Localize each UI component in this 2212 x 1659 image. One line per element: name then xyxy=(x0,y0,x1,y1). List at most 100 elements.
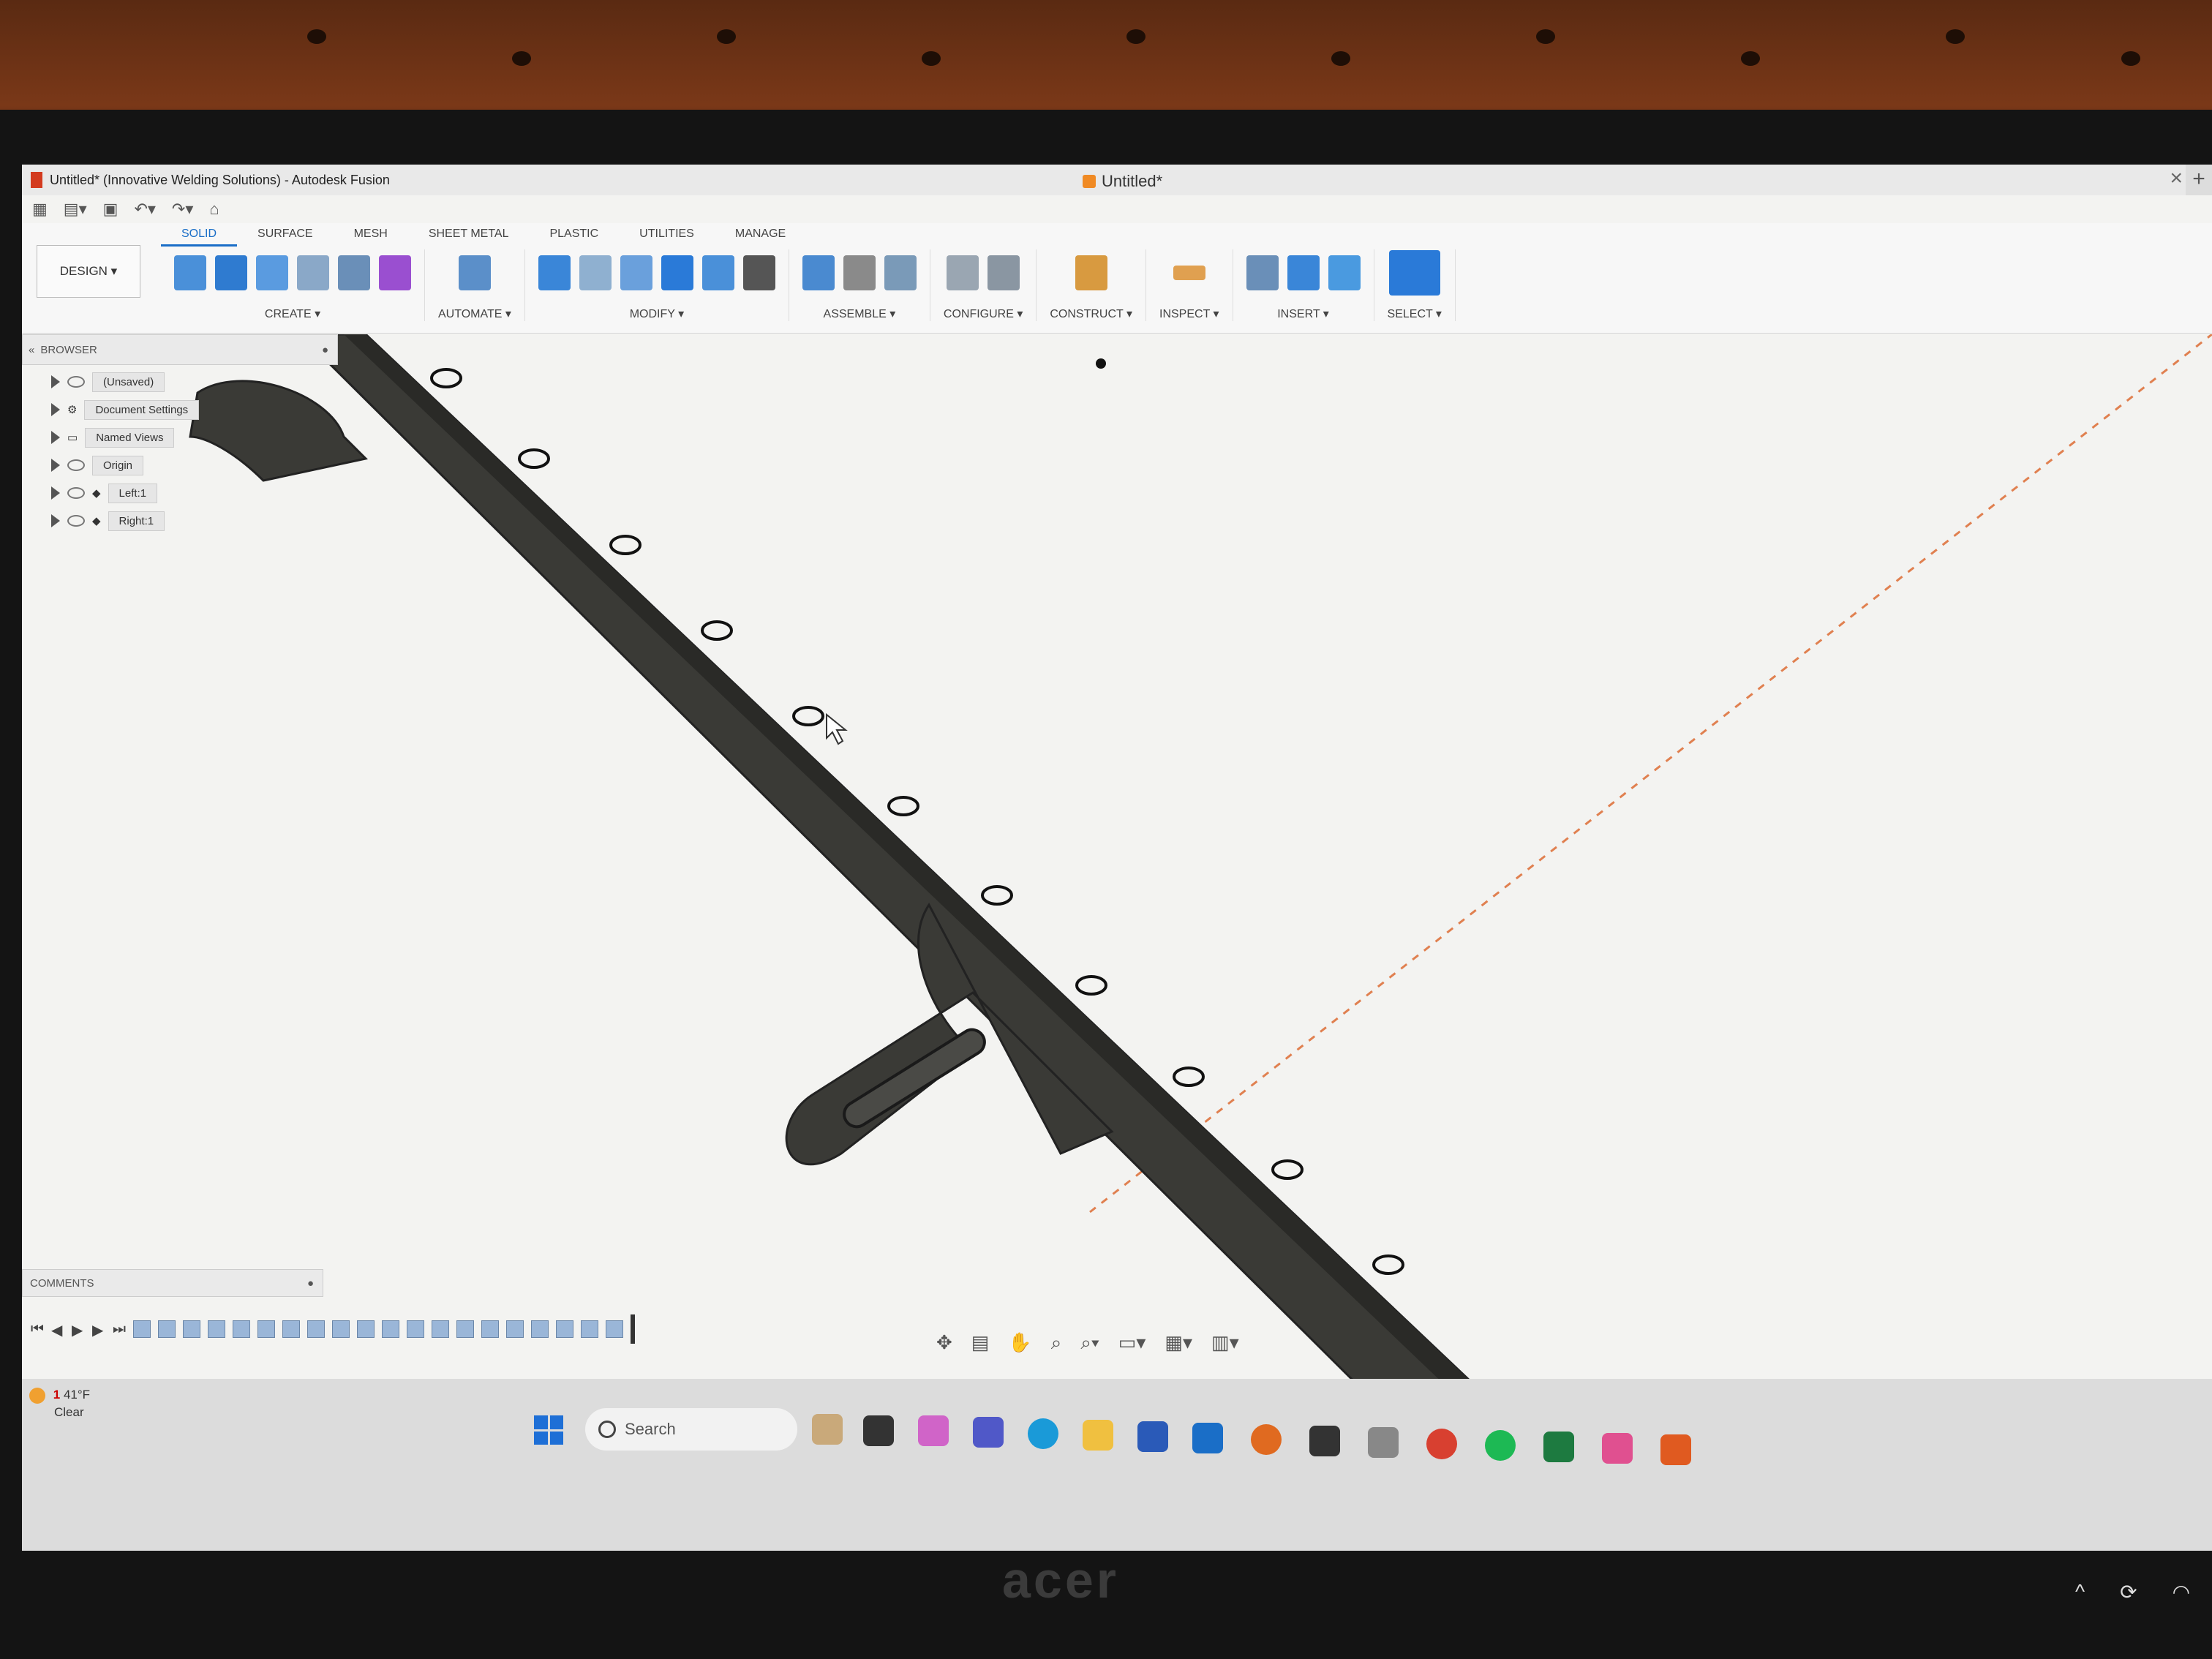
revolve-icon[interactable] xyxy=(256,255,288,290)
timeline-feature[interactable] xyxy=(183,1320,200,1338)
collapse-browser-icon[interactable]: « xyxy=(29,344,34,356)
task-view-icon[interactable] xyxy=(863,1415,894,1446)
insert-derive-icon[interactable] xyxy=(1246,255,1279,290)
zoom-icon[interactable]: ⌕ xyxy=(1051,1331,1062,1355)
construct-menu[interactable]: CONSTRUCT ▾ xyxy=(1050,306,1132,321)
insert-menu[interactable]: INSERT ▾ xyxy=(1277,306,1329,321)
undo-icon[interactable]: ↶▾ xyxy=(134,200,155,219)
timeline-feature[interactable] xyxy=(506,1320,524,1338)
new-tab-button[interactable]: + xyxy=(2186,165,2212,195)
timeline-feature[interactable] xyxy=(208,1320,225,1338)
combine-icon[interactable] xyxy=(661,255,693,290)
widgets-icon[interactable] xyxy=(812,1414,843,1445)
browser-item-document-settings[interactable]: ⚙ Document Settings xyxy=(51,396,200,424)
timeline-marker[interactable] xyxy=(631,1314,635,1344)
workspace-switcher[interactable]: DESIGN ▾ xyxy=(37,245,140,298)
timeline-feature[interactable] xyxy=(257,1320,275,1338)
timeline-feature[interactable] xyxy=(357,1320,375,1338)
viewports-icon[interactable]: ▥▾ xyxy=(1211,1331,1239,1355)
wifi-icon[interactable]: ◠ xyxy=(2172,1580,2190,1604)
fusion-taskbar-icon[interactable] xyxy=(1660,1434,1691,1465)
close-tab-button[interactable]: × xyxy=(2170,166,2183,191)
automate-menu[interactable]: AUTOMATE ▾ xyxy=(438,306,511,321)
comments-panel[interactable]: COMMENTS ● xyxy=(22,1269,323,1297)
browser-pin-icon[interactable]: ● xyxy=(322,344,328,356)
configuration-table-icon[interactable] xyxy=(988,255,1020,290)
canvas-viewport[interactable] xyxy=(22,334,2212,1432)
fit-icon[interactable]: ⌕▾ xyxy=(1080,1331,1099,1355)
inspect-menu[interactable]: INSPECT ▾ xyxy=(1159,306,1219,321)
timeline-next-icon[interactable]: ▶ xyxy=(92,1321,105,1339)
expand-icon[interactable] xyxy=(51,459,60,472)
pattern-icon[interactable] xyxy=(338,255,370,290)
tab-sheet-metal[interactable]: SHEET METAL xyxy=(408,223,530,247)
visibility-eye-icon[interactable] xyxy=(67,459,85,471)
excel-icon[interactable] xyxy=(1543,1432,1574,1462)
orbit-icon[interactable]: ✥ xyxy=(936,1331,952,1355)
dropbox-icon[interactable] xyxy=(1309,1426,1340,1456)
expand-icon[interactable] xyxy=(51,431,60,444)
timeline-feature[interactable] xyxy=(382,1320,399,1338)
visibility-eye-icon[interactable] xyxy=(67,376,85,388)
timeline-feature[interactable] xyxy=(307,1320,325,1338)
expand-icon[interactable] xyxy=(51,375,60,388)
windows-start-icon[interactable] xyxy=(534,1415,563,1445)
expand-icon[interactable] xyxy=(51,486,60,500)
edge-icon[interactable] xyxy=(1028,1418,1058,1449)
timeline-feature[interactable] xyxy=(233,1320,250,1338)
split-icon[interactable] xyxy=(701,255,734,290)
shell-icon[interactable] xyxy=(620,255,652,290)
timeline-feature[interactable] xyxy=(432,1320,449,1338)
timeline-feature[interactable] xyxy=(481,1320,499,1338)
copilot-icon[interactable] xyxy=(918,1415,949,1446)
tab-manage[interactable]: MANAGE xyxy=(715,223,806,247)
extrude-icon[interactable] xyxy=(215,255,247,290)
look-at-icon[interactable]: ▤ xyxy=(971,1331,990,1355)
timeline-feature[interactable] xyxy=(133,1320,151,1338)
timeline-feature[interactable] xyxy=(606,1320,623,1338)
app-icon[interactable] xyxy=(1368,1427,1399,1458)
modify-menu[interactable]: MODIFY ▾ xyxy=(630,306,684,321)
canvas-image-icon[interactable] xyxy=(1328,255,1361,290)
tab-solid[interactable]: SOLID xyxy=(161,223,238,247)
timeline-feature[interactable] xyxy=(158,1320,176,1338)
timeline-feature[interactable] xyxy=(282,1320,300,1338)
tab-plastic[interactable]: PLASTIC xyxy=(529,223,619,247)
save-icon[interactable]: ▣ xyxy=(103,200,118,219)
select-icon[interactable] xyxy=(1388,250,1440,296)
timeline-first-icon[interactable]: ⏮ xyxy=(31,1321,44,1337)
configure-icon[interactable] xyxy=(947,255,979,290)
offset-plane-icon[interactable] xyxy=(1075,255,1107,290)
store-icon[interactable] xyxy=(1137,1421,1168,1452)
file-explorer-icon[interactable] xyxy=(1083,1420,1113,1451)
chevron-up-icon[interactable]: ^ xyxy=(2075,1580,2085,1604)
grid-settings-icon[interactable]: ▦▾ xyxy=(1165,1331,1192,1355)
create-sketch-icon[interactable] xyxy=(174,255,206,290)
pan-icon[interactable]: ✋ xyxy=(1008,1331,1031,1355)
timeline-play-icon[interactable]: ▶ xyxy=(72,1321,85,1339)
measure-icon[interactable] xyxy=(1173,266,1205,280)
joint-icon[interactable] xyxy=(843,255,876,290)
sync-icon[interactable]: ⟳ xyxy=(2120,1580,2137,1604)
timeline-feature[interactable] xyxy=(581,1320,598,1338)
press-pull-icon[interactable] xyxy=(538,255,571,290)
timeline-feature[interactable] xyxy=(456,1320,474,1338)
bill-of-materials-icon[interactable] xyxy=(884,255,917,290)
weather-widget[interactable]: 1 41°F Clear xyxy=(29,1386,90,1421)
browser-item-origin[interactable]: Origin xyxy=(51,451,199,479)
tab-surface[interactable]: SURFACE xyxy=(237,223,334,247)
expand-icon[interactable] xyxy=(51,514,60,527)
automate-icon[interactable] xyxy=(458,255,491,290)
timeline-prev-icon[interactable]: ◀ xyxy=(51,1321,64,1339)
assemble-menu[interactable]: ASSEMBLE ▾ xyxy=(824,306,896,321)
taskbar-search[interactable]: Search xyxy=(585,1408,797,1451)
configure-menu[interactable]: CONFIGURE ▾ xyxy=(944,306,1023,321)
move-icon[interactable] xyxy=(742,255,775,290)
outlook-icon[interactable] xyxy=(1192,1423,1223,1453)
create-menu[interactable]: CREATE ▾ xyxy=(265,306,320,321)
teams-icon[interactable] xyxy=(973,1417,1004,1448)
timeline-feature[interactable] xyxy=(556,1320,573,1338)
timeline-feature[interactable] xyxy=(407,1320,424,1338)
visibility-eye-icon[interactable] xyxy=(67,487,85,499)
timeline-last-icon[interactable]: ⏭ xyxy=(113,1321,126,1337)
